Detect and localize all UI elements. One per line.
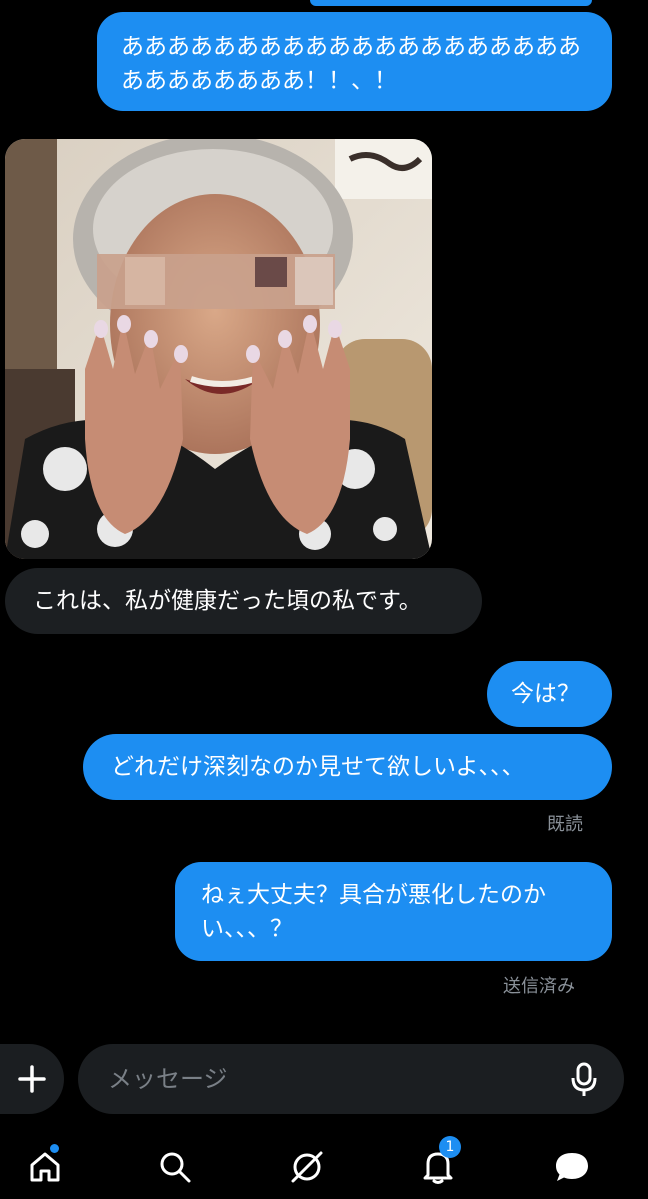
bottom-navigation: 1 (0, 1128, 648, 1199)
outgoing-message-bubble[interactable]: ねぇ大丈夫？具合が悪化したのかい、、、？ (175, 862, 612, 961)
unread-dot (50, 1144, 59, 1153)
add-attachment-button[interactable] (0, 1044, 64, 1114)
delivery-status: 送信済み (503, 976, 575, 997)
message-text: 今は？ (511, 681, 580, 707)
message-input[interactable] (106, 1064, 550, 1094)
outgoing-message-bubble[interactable]: ああああああああああああああああああああああああああああ！！、！ (97, 12, 612, 111)
photo-message[interactable] (5, 139, 432, 559)
message-text: これは、私が健康だった頃の私です。 (33, 588, 422, 614)
outgoing-message-bubble[interactable]: 今は？ (487, 661, 612, 727)
previous-message-bubble-edge (310, 0, 592, 6)
message-composer (0, 1042, 648, 1118)
photo-elderly-woman-blurred-face (5, 139, 432, 559)
nav-notifications[interactable]: 1 (413, 1136, 463, 1192)
incoming-message-bubble[interactable]: これは、私が健康だった頃の私です。 (5, 568, 482, 634)
read-receipt: 既読 (547, 814, 583, 835)
outgoing-message-bubble[interactable]: どれだけ深刻なのか見せて欲しいよ、、、 (83, 734, 612, 800)
plus-icon (18, 1065, 46, 1093)
home-icon (30, 1152, 60, 1182)
microphone-icon (571, 1062, 597, 1096)
message-text: ねぇ大丈夫？具合が悪化したのかい、、、？ (201, 882, 546, 942)
nav-search[interactable] (150, 1142, 200, 1192)
search-icon (160, 1152, 191, 1183)
message-text: どれだけ深刻なのか見せて欲しいよ、、、 (111, 754, 525, 780)
message-input-container (78, 1044, 624, 1114)
grok-slash-icon (291, 1151, 323, 1183)
nav-messages[interactable] (547, 1142, 597, 1192)
nav-grok[interactable] (282, 1142, 332, 1192)
notification-badge: 1 (439, 1136, 461, 1158)
messages-icon (556, 1153, 588, 1181)
nav-home[interactable] (20, 1142, 70, 1192)
voice-message-button[interactable] (566, 1060, 602, 1100)
message-text: ああああああああああああああああああああああああああああ！！、！ (121, 34, 581, 94)
